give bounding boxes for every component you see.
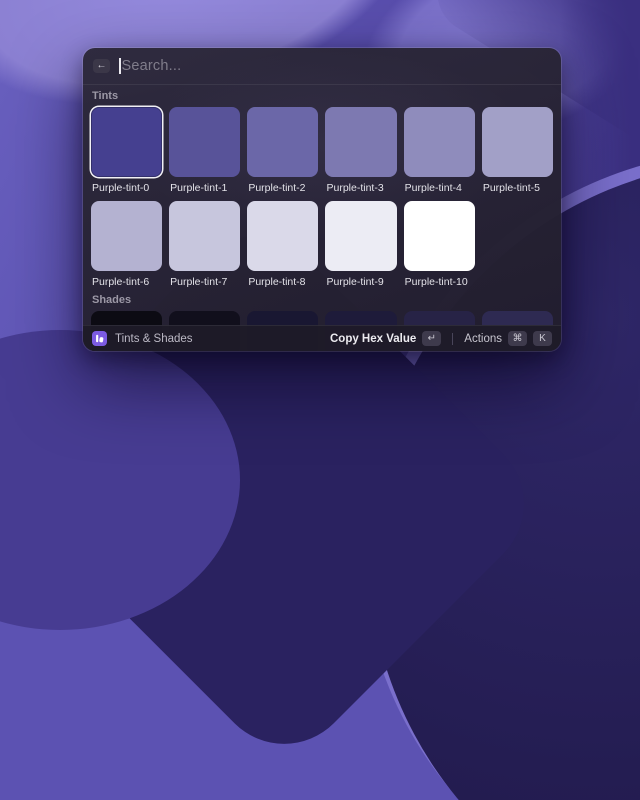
swatch-cell-purple-tint-1[interactable]: Purple-tint-1 xyxy=(169,107,240,194)
copy-hex-value-label: Copy Hex Value xyxy=(330,333,416,345)
swatch-cell-purple-tint-2[interactable]: Purple-tint-2 xyxy=(247,107,318,194)
color-swatch[interactable] xyxy=(404,107,475,177)
color-swatch[interactable] xyxy=(247,107,318,177)
footer-divider xyxy=(452,333,453,345)
swatch-label: Purple-tint-0 xyxy=(92,182,162,194)
tints-shades-window: ← Search... Tints Purple-tint-0Purple-ti… xyxy=(83,48,561,351)
color-swatch[interactable] xyxy=(482,107,553,177)
swatch-cell-purple-tint-4[interactable]: Purple-tint-4 xyxy=(404,107,475,194)
tints-grid: Purple-tint-0 Purple-tint-1 Purple-tint-2 P… xyxy=(91,107,553,288)
actions-menu-button[interactable]: Actions ⌘ K xyxy=(464,331,552,346)
swatch-cell-purple-tint-6[interactable]: Purple-tint-6 xyxy=(91,201,162,288)
swatch-cell-purple-tint-7[interactable]: Purple-tint-7 xyxy=(169,201,240,288)
copy-hex-value-action[interactable]: Copy Hex Value ↵ xyxy=(330,331,441,346)
search-placeholder: Search... xyxy=(122,58,182,74)
swatch-label: Purple-tint-1 xyxy=(170,182,240,194)
command-keycap: ⌘ xyxy=(508,331,527,346)
back-arrow-icon: ← xyxy=(97,61,107,71)
swatch-cell-purple-tint-9[interactable]: Purple-tint-9 xyxy=(325,201,396,288)
swatch-label: Purple-tint-4 xyxy=(405,182,475,194)
swatch-label: Purple-tint-9 xyxy=(326,276,396,288)
color-swatch[interactable] xyxy=(169,107,240,177)
text-caret xyxy=(119,58,121,74)
color-swatch[interactable] xyxy=(325,201,396,271)
swatch-label: Purple-tint-10 xyxy=(405,276,475,288)
swatch-label: Purple-tint-5 xyxy=(483,182,553,194)
k-keycap: K xyxy=(533,331,552,346)
results-list: Tints Purple-tint-0Purple-tint-1Purple-t… xyxy=(83,85,561,351)
color-swatch[interactable] xyxy=(404,201,475,271)
color-swatch[interactable] xyxy=(91,107,162,177)
swatch-label: Purple-tint-6 xyxy=(92,276,162,288)
search-bar: ← Search... xyxy=(83,48,561,84)
swatch-cell-purple-tint-3[interactable]: Purple-tint-3 xyxy=(325,107,396,194)
color-swatch[interactable] xyxy=(325,107,396,177)
swatch-label: Purple-tint-7 xyxy=(170,276,240,288)
color-swatch[interactable] xyxy=(247,201,318,271)
section-label-shades: Shades xyxy=(92,294,552,306)
swatch-label: Purple-tint-8 xyxy=(248,276,318,288)
color-swatch[interactable] xyxy=(91,201,162,271)
color-swatch[interactable] xyxy=(169,201,240,271)
palette-glyph-icon xyxy=(94,333,105,344)
swatch-label: Purple-tint-2 xyxy=(248,182,318,194)
footer-bar: Tints & Shades Copy Hex Value ↵ Actions … xyxy=(83,325,561,351)
swatch-cell-purple-tint-10[interactable]: Purple-tint-10 xyxy=(404,201,475,288)
section-label-tints: Tints xyxy=(92,90,552,102)
swatch-cell-purple-tint-0[interactable]: Purple-tint-0 xyxy=(91,107,162,194)
search-input[interactable]: Search... xyxy=(119,58,551,74)
tints-shades-app-icon xyxy=(92,331,107,346)
app-name-label: Tints & Shades xyxy=(115,333,193,345)
enter-keycap: ↵ xyxy=(422,331,441,346)
actions-label: Actions xyxy=(464,333,502,345)
swatch-cell-purple-tint-8[interactable]: Purple-tint-8 xyxy=(247,201,318,288)
back-button[interactable]: ← xyxy=(93,59,110,73)
swatch-label: Purple-tint-3 xyxy=(326,182,396,194)
swatch-cell-purple-tint-5[interactable]: Purple-tint-5 xyxy=(482,107,553,194)
